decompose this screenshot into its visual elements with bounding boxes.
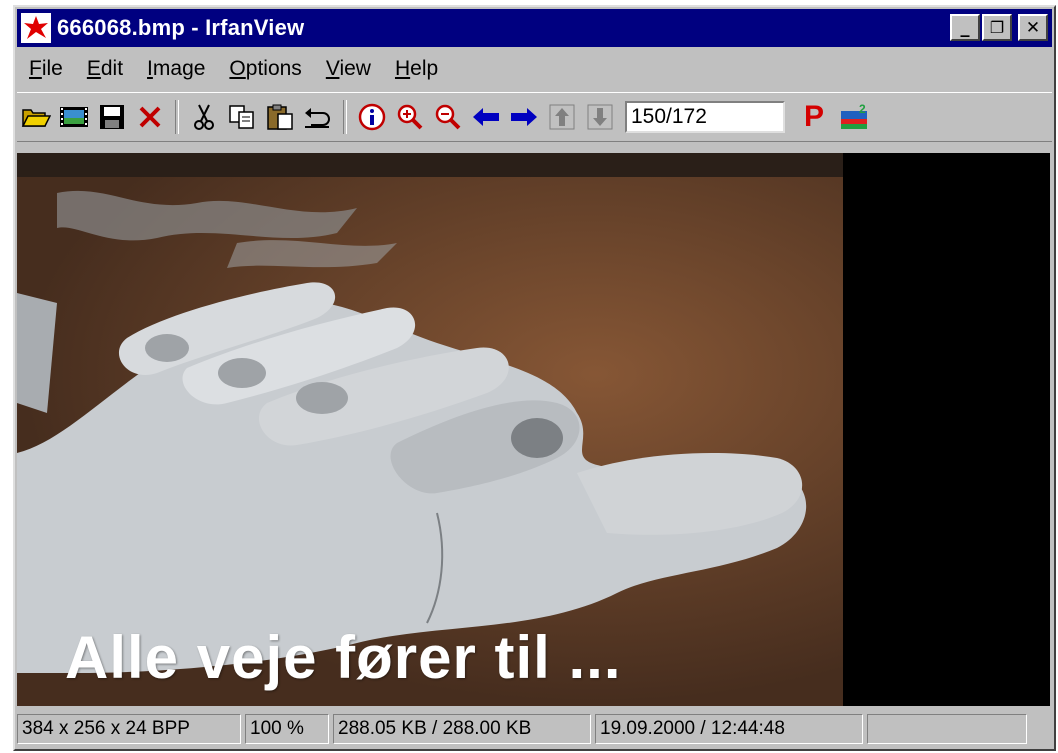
last-page-icon xyxy=(587,104,613,130)
paste-button[interactable] xyxy=(261,98,299,136)
paste-icon xyxy=(267,104,293,130)
previous-icon xyxy=(473,108,499,126)
delete-icon xyxy=(139,106,161,128)
restore-icon: ❐ xyxy=(989,18,1005,37)
menu-view[interactable]: View xyxy=(314,57,383,81)
toolbar-separator xyxy=(343,100,347,134)
last-page-button[interactable] xyxy=(581,98,619,136)
open-button[interactable] xyxy=(17,98,55,136)
next-button[interactable] xyxy=(505,98,543,136)
irfanview-window: 666068.bmp - IrfanView _ ❐ ✕ File Edit I… xyxy=(13,5,1056,751)
status-dimensions: 384 x 256 x 24 BPP xyxy=(17,714,241,744)
status-bar: 384 x 256 x 24 BPP 100 % 288.05 KB / 288… xyxy=(17,711,1052,747)
undo-button[interactable] xyxy=(299,98,337,136)
menu-edit[interactable]: Edit xyxy=(75,57,135,81)
toolbar: 150/172 P 2 xyxy=(17,92,1052,142)
menu-image[interactable]: Image xyxy=(135,57,217,81)
info-icon xyxy=(358,103,386,131)
menu-file[interactable]: File xyxy=(17,57,75,81)
open-folder-icon xyxy=(21,109,51,127)
color-icon: 2 xyxy=(841,103,867,129)
menu-help[interactable]: Help xyxy=(383,57,450,81)
displayed-image: Alle veje fører til ... xyxy=(17,153,843,706)
print-button[interactable]: P xyxy=(799,100,829,134)
status-extra xyxy=(867,714,1027,744)
minimize-icon: _ xyxy=(960,17,970,38)
zoom-in-button[interactable] xyxy=(391,98,429,136)
undo-icon xyxy=(305,108,330,128)
zoom-out-button[interactable] xyxy=(429,98,467,136)
slideshow-button[interactable] xyxy=(55,98,93,136)
image-viewport[interactable]: Alle veje fører til ... xyxy=(17,153,1050,706)
svg-text:2: 2 xyxy=(859,103,866,116)
cut-icon xyxy=(194,104,214,130)
cut-button[interactable] xyxy=(185,98,223,136)
first-page-icon xyxy=(549,104,575,130)
close-button[interactable]: ✕ xyxy=(1018,14,1048,41)
status-zoom: 100 % xyxy=(245,714,329,744)
slideshow-icon xyxy=(60,107,88,127)
status-datetime: 19.09.2000 / 12:44:48 xyxy=(595,714,863,744)
zoom-in-icon xyxy=(397,104,423,130)
menu-bar: File Edit Image Options View Help xyxy=(17,53,1052,85)
toolbar-separator xyxy=(175,100,179,134)
zoom-out-icon xyxy=(435,104,461,130)
delete-button[interactable] xyxy=(131,98,169,136)
restore-button[interactable]: ❐ xyxy=(982,14,1012,41)
info-button[interactable] xyxy=(353,98,391,136)
page-counter-field[interactable]: 150/172 xyxy=(625,101,785,133)
title-bar[interactable]: 666068.bmp - IrfanView _ ❐ ✕ xyxy=(17,9,1052,47)
menu-options[interactable]: Options xyxy=(217,57,313,81)
copy-button[interactable] xyxy=(223,98,261,136)
image-caption-text: Alle veje fører til ... xyxy=(65,624,622,691)
previous-button[interactable] xyxy=(467,98,505,136)
save-icon xyxy=(100,105,124,129)
irfanview-app-icon[interactable] xyxy=(21,13,51,43)
status-file-size: 288.05 KB / 288.00 KB xyxy=(333,714,591,744)
next-icon xyxy=(511,108,537,126)
first-page-button[interactable] xyxy=(543,98,581,136)
window-title: 666068.bmp - IrfanView xyxy=(57,15,305,40)
save-button[interactable] xyxy=(93,98,131,136)
copy-icon xyxy=(229,105,254,129)
close-icon: ✕ xyxy=(1025,17,1041,38)
minimize-button[interactable]: _ xyxy=(950,14,980,41)
color-button[interactable]: 2 xyxy=(835,98,873,136)
